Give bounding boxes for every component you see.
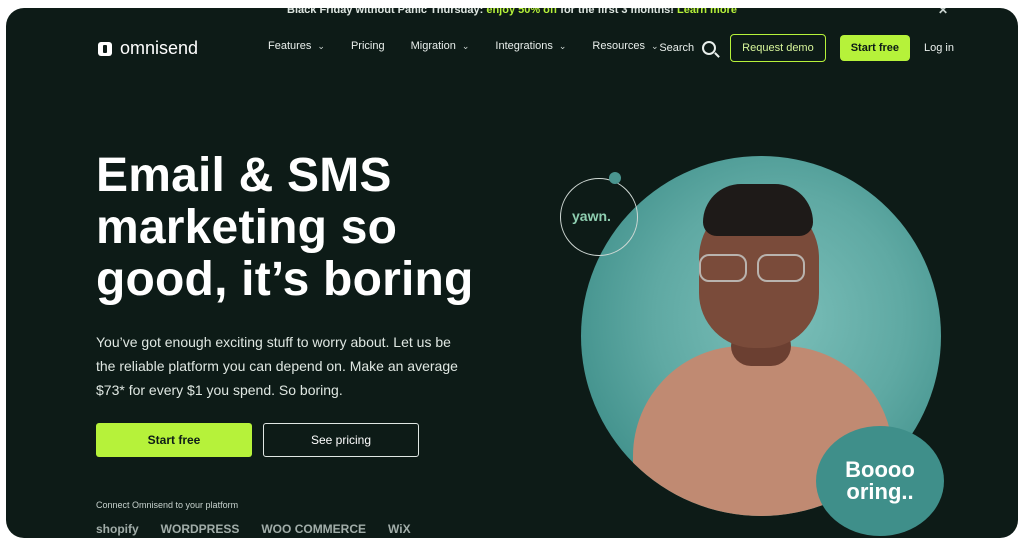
chevron-down-icon: ⌄ <box>461 40 470 51</box>
boooo-bubble: Boooo oring.. <box>816 426 944 536</box>
chevron-down-icon: ⌄ <box>558 40 567 51</box>
main-nav: Features ⌄ Pricing Migration ⌄ Integration… <box>268 40 659 52</box>
nav-item-migration[interactable]: Migration ⌄ <box>411 40 470 52</box>
chevron-down-icon: ⌄ <box>651 40 659 51</box>
page-frame: Black Friday without Panic Thursday: enj… <box>6 8 1018 538</box>
search-label: Search <box>659 42 695 54</box>
boooo-line: Boooo <box>845 457 915 482</box>
nav-item-features[interactable]: Features ⌄ <box>268 40 325 52</box>
connect-text: Connect Omnisend to your platform <box>96 500 239 510</box>
announcement-link[interactable]: Learn more <box>677 8 737 16</box>
header-actions: Search Request demo Start free Log in <box>659 34 954 62</box>
headline-line: marketing so <box>96 201 398 254</box>
hero-headline: Email & SMS marketing so good, it’s bori… <box>96 150 536 306</box>
announcement-text: Black Friday without Panic Thursday: <box>287 8 484 16</box>
brand-name: omnisend <box>120 38 199 58</box>
search-icon <box>702 41 717 55</box>
lens <box>699 254 747 282</box>
login-link[interactable]: Log in <box>924 42 954 54</box>
start-free-header-button[interactable]: Start free <box>839 35 911 61</box>
see-pricing-button[interactable]: See pricing <box>263 423 419 457</box>
nav-item-label: Pricing <box>350 40 385 52</box>
glasses-icon <box>699 254 819 290</box>
platform-logos: shopify WORDPRESS WOO COMMERCE WiX <box>96 522 411 536</box>
yawn-label: yawn. <box>572 208 611 224</box>
subtext-line: You’ve got enough exciting stuff to worr… <box>96 334 451 350</box>
headline-line: good, it’s boring <box>96 253 474 306</box>
nav-item-integrations[interactable]: Integrations ⌄ <box>495 40 566 52</box>
nav-item-label: Features <box>268 40 312 52</box>
omnisend-logo-icon <box>98 41 112 56</box>
nav-item-resources[interactable]: Resources ⌄ <box>592 40 658 52</box>
subtext-line: the reliable platform you can depend on.… <box>96 358 458 374</box>
wix-logo[interactable]: WiX <box>388 522 411 536</box>
request-demo-button[interactable]: Request demo <box>730 34 826 62</box>
hero-subtext: You’ve got enough exciting stuff to worr… <box>96 330 476 402</box>
nav-item-label: Integrations <box>495 40 553 52</box>
yawn-dot <box>609 172 621 184</box>
subtext-line: $73* for every $1 you spend. So boring. <box>96 382 343 398</box>
woocommerce-logo[interactable]: WOO COMMERCE <box>261 522 366 536</box>
announcement-bar: Black Friday without Panic Thursday: enj… <box>6 8 1018 18</box>
boooo-line: oring.. <box>846 479 914 504</box>
headline-line: Email & SMS <box>96 149 392 202</box>
close-icon[interactable]: ✕ <box>938 8 948 18</box>
start-free-button[interactable]: Start free <box>96 423 252 457</box>
nav-item-label: Resources <box>592 40 645 52</box>
shopify-logo[interactable]: shopify <box>96 522 139 536</box>
brand-logo[interactable]: omnisend <box>98 38 198 59</box>
search-button[interactable]: Search <box>659 41 717 55</box>
nav-item-label: Migration <box>410 40 456 52</box>
announcement-highlight: enjoy 50% off <box>486 8 558 16</box>
person-hair <box>703 184 813 236</box>
nav-item-pricing[interactable]: Pricing <box>351 40 385 52</box>
wordpress-logo[interactable]: WORDPRESS <box>161 522 240 536</box>
chevron-down-icon: ⌄ <box>317 40 325 51</box>
lens <box>757 254 805 282</box>
announcement-text-after: for the first 3 months! <box>560 8 674 16</box>
